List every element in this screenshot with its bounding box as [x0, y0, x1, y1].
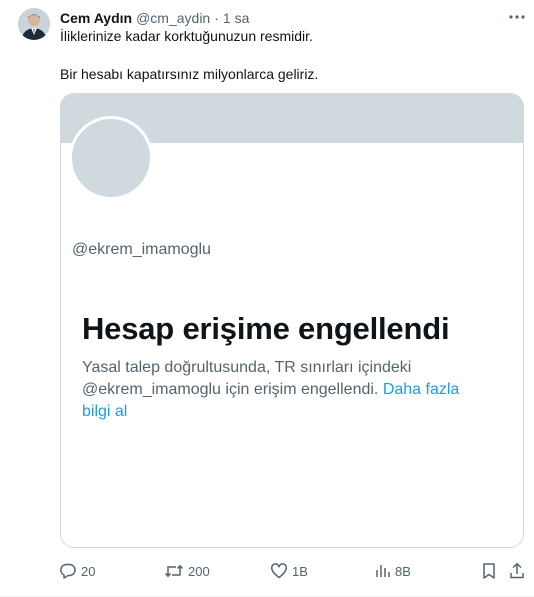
views-count: 8B	[395, 563, 411, 579]
views-icon	[375, 562, 391, 580]
withheld-description-line-1: Yasal talep doğrultusunda, TR sınırları …	[82, 359, 412, 376]
learn-more-link-start[interactable]: Daha fazla	[383, 381, 460, 398]
tweet-text-line-2: Bir hesabı kapatırsınız milyonlarca geli…	[60, 66, 319, 82]
profile-picture-placeholder	[69, 116, 153, 200]
views-button[interactable]: 8B	[375, 560, 411, 582]
author-handle[interactable]: @cm_aydin	[136, 10, 210, 26]
repost-icon	[164, 562, 184, 580]
heart-icon	[270, 562, 288, 580]
reply-count: 20	[81, 563, 96, 579]
reply-button[interactable]: 20	[59, 560, 95, 582]
tweet-timestamp[interactable]: 1 sa	[223, 10, 249, 26]
like-count: 1B	[292, 563, 308, 579]
withheld-description-line-2: @ekrem_imamoglu için erişim engellendi. …	[82, 379, 512, 401]
more-dots-icon[interactable]	[507, 8, 527, 28]
bookmark-button[interactable]	[481, 560, 497, 582]
withheld-description: Yasal talep doğrultusunda, TR sınırları …	[82, 357, 512, 423]
author-name[interactable]: Cem Aydın	[60, 10, 132, 26]
withheld-description-text: @ekrem_imamoglu için erişim engellendi.	[82, 381, 379, 398]
tweet-header: Cem Aydın @cm_aydin · 1 sa	[60, 9, 249, 27]
author-avatar[interactable]	[18, 8, 50, 40]
tweet-actions: 20 200 1B 8B	[0, 560, 534, 582]
like-button[interactable]: 1B	[270, 560, 308, 582]
withheld-title: Hesap erişime engellendi	[82, 311, 450, 346]
tweet-text-line-1: İliklerinize kadar korktuğunuzun resmidi…	[60, 28, 313, 44]
repost-count: 200	[188, 563, 210, 579]
card-handle: @ekrem_imamoglu	[72, 241, 211, 258]
bookmark-icon	[481, 562, 497, 580]
learn-more-link-end[interactable]: bilgi al	[82, 401, 512, 423]
reply-icon	[59, 562, 77, 580]
header-separator: ·	[214, 10, 219, 26]
repost-button[interactable]: 200	[164, 560, 210, 582]
tweet[interactable]: Cem Aydın @cm_aydin · 1 sa İliklerinize …	[0, 0, 534, 597]
share-button[interactable]	[509, 560, 525, 582]
share-icon	[509, 562, 525, 580]
withheld-account-card[interactable]: @ekrem_imamoglu Hesap erişime engellendi…	[60, 93, 524, 548]
